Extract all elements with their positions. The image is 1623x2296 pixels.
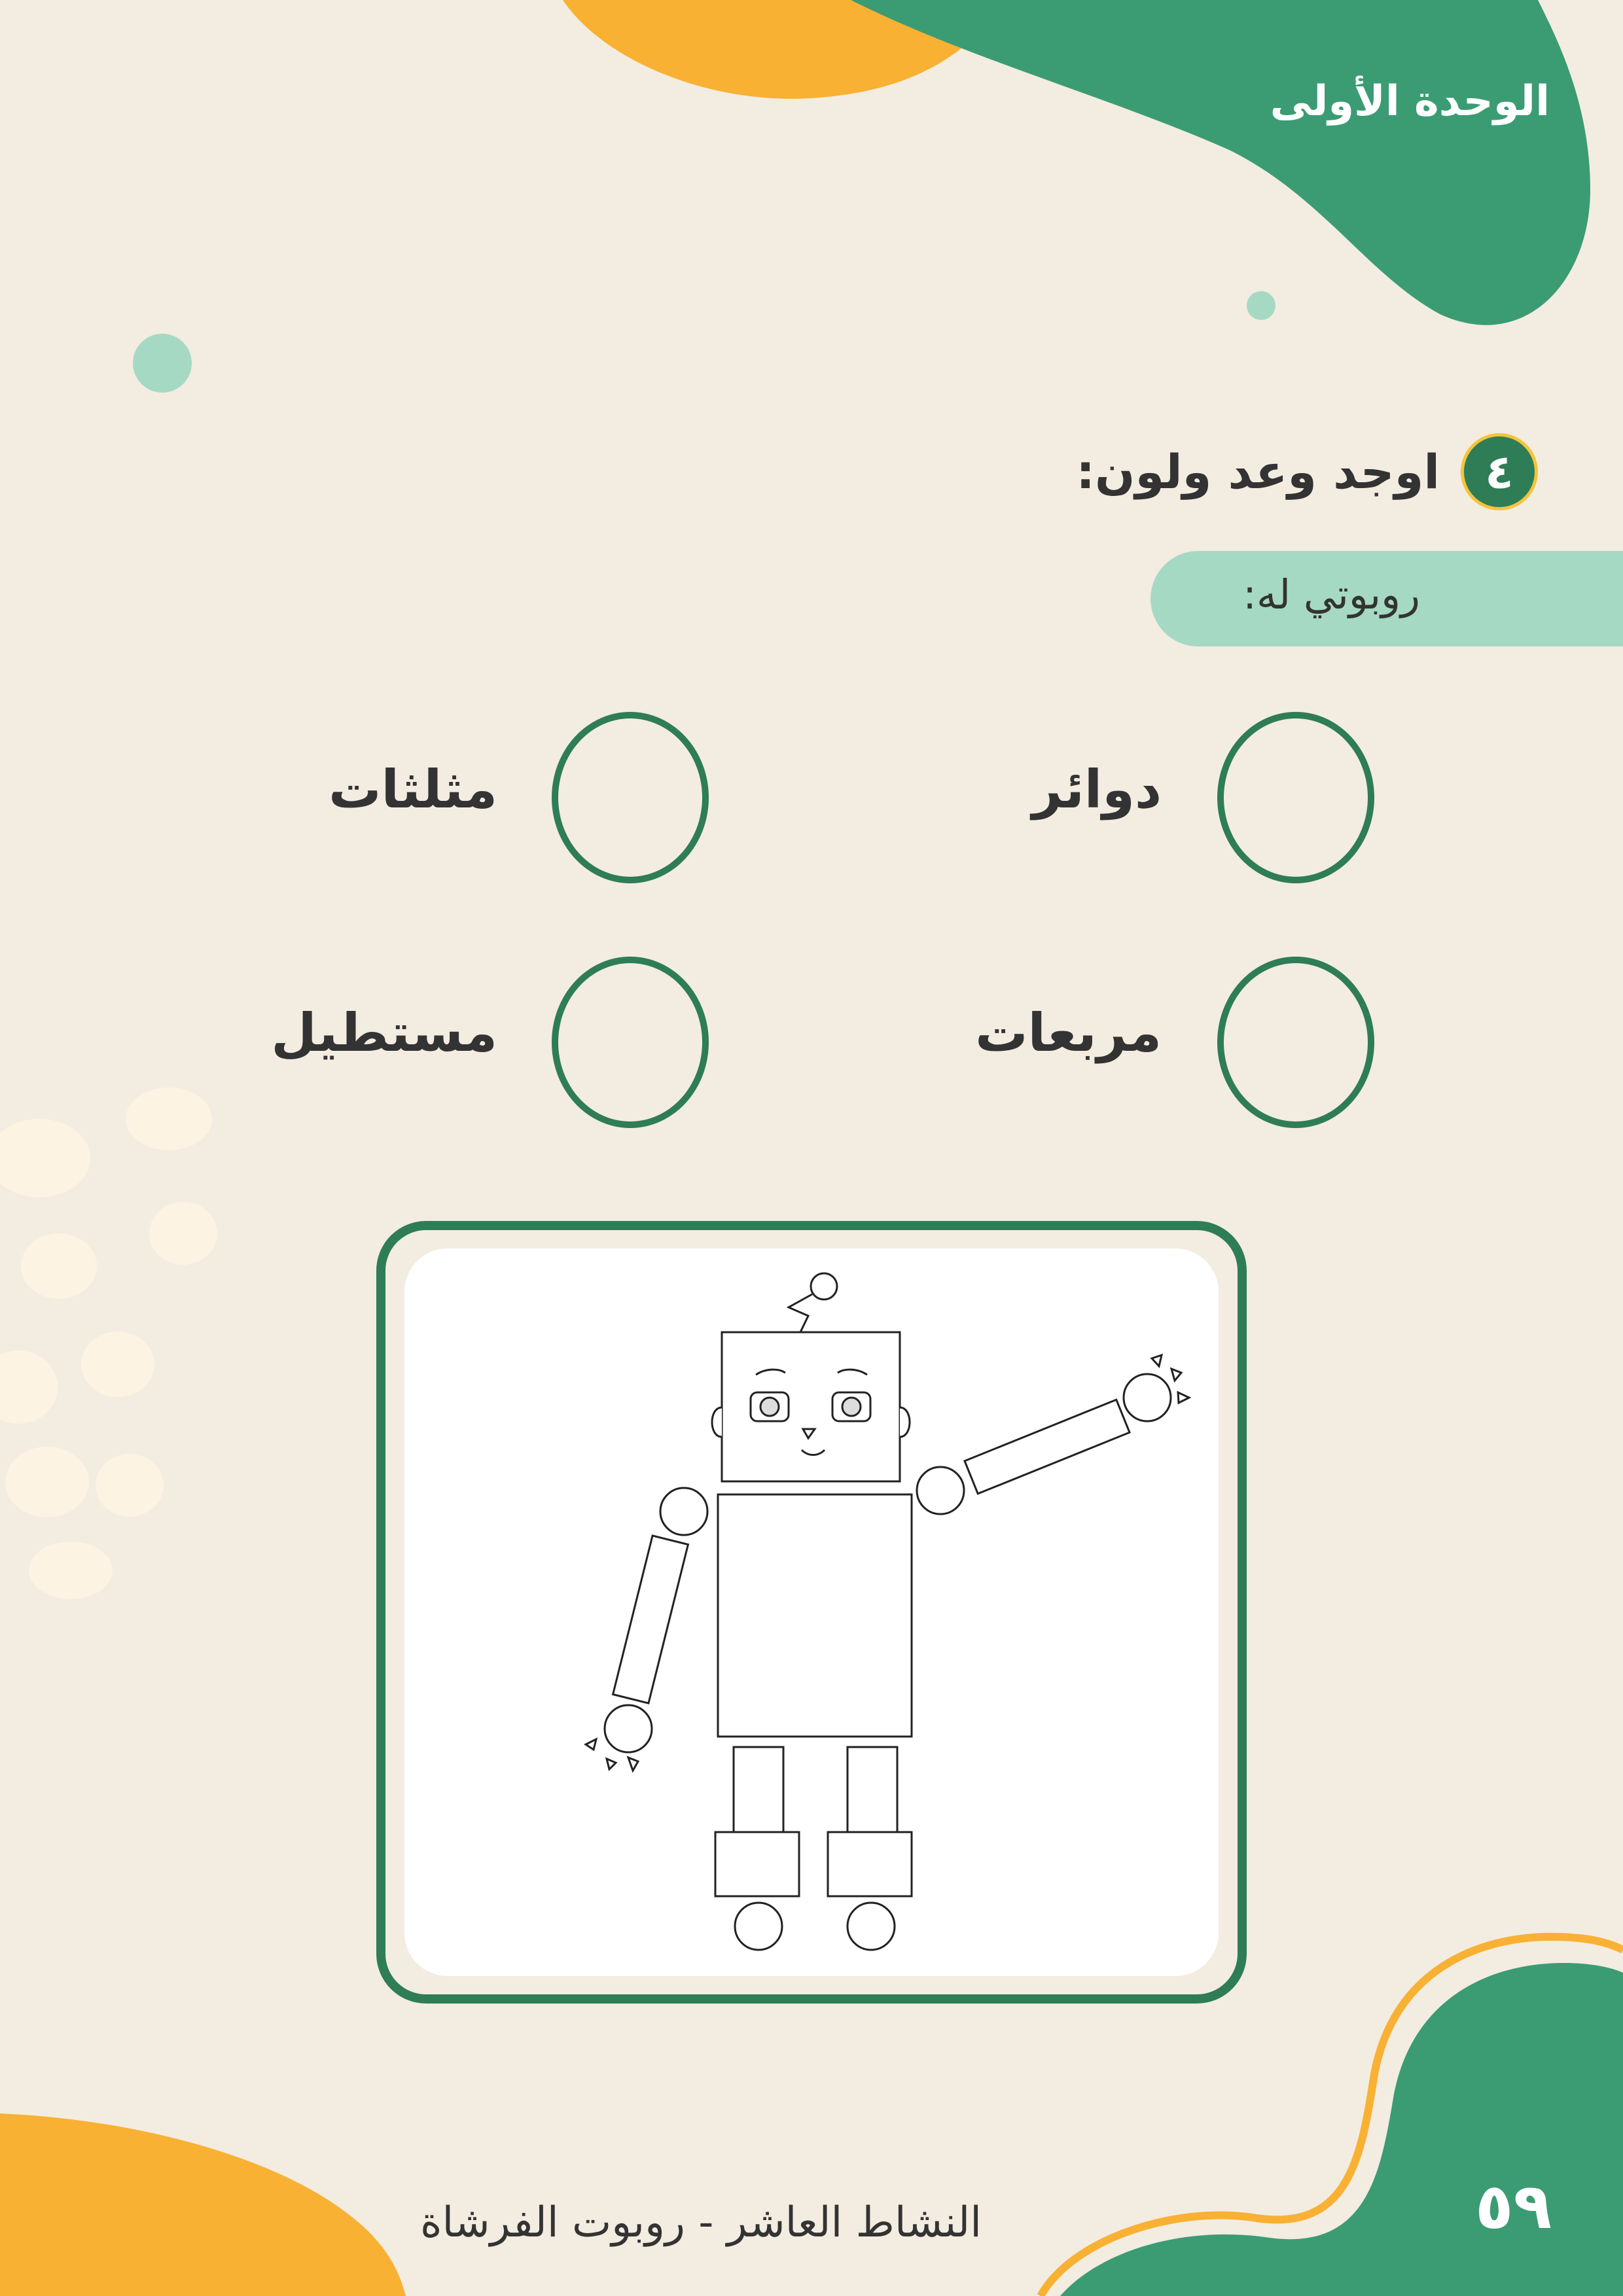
- robot-head: [721, 1331, 901, 1483]
- robot-foot-left: [714, 1831, 800, 1898]
- robot-pupil-left: [759, 1396, 780, 1417]
- robot-shoulder-left: [659, 1487, 709, 1536]
- task-number-badge: ٤: [1461, 433, 1538, 510]
- robot-leg-left: [732, 1746, 785, 1833]
- robot-spark-right-3: [1177, 1390, 1192, 1405]
- robot-spark-right-2: [1169, 1367, 1183, 1383]
- bottom-green-blob: [1060, 1963, 1623, 2296]
- robot-spark-right-1: [1150, 1353, 1164, 1369]
- robot-hand-left: [603, 1704, 653, 1754]
- robot-ear-left: [711, 1406, 722, 1438]
- mint-dot-large: [133, 334, 192, 393]
- unit-title: الوحدة الأولى: [1270, 77, 1550, 126]
- robot-arm-right: [963, 1398, 1131, 1495]
- robot-foot-right: [827, 1831, 913, 1898]
- count-circle-rectangle[interactable]: [552, 957, 709, 1128]
- task-title: اوجد وعد ولون:: [1076, 444, 1440, 499]
- robot-spark-left-1: [584, 1737, 598, 1752]
- robot-illustration: [584, 1272, 1192, 1951]
- robot-antenna-ball: [810, 1272, 838, 1301]
- mint-dot-small: [1247, 291, 1275, 320]
- count-circle-squares[interactable]: [1217, 957, 1374, 1128]
- robot-shoulder-right: [916, 1466, 965, 1515]
- robot-pupil-right: [841, 1396, 862, 1417]
- robot-antenna-wire: [786, 1293, 813, 1333]
- robot-body: [717, 1493, 913, 1738]
- robot-hand-right: [1122, 1373, 1172, 1422]
- activity-title: النشاط العاشر - روبوت الفرشاة: [420, 2199, 982, 2247]
- cream-dots: [0, 1087, 217, 1599]
- robot-spark-left-2: [605, 1757, 618, 1771]
- bottom-orange-blob: [0, 2113, 406, 2296]
- robot-wheel-left: [734, 1901, 783, 1951]
- shape-label-circles: دوائر: [1031, 759, 1162, 820]
- prompt-text: روبوتي له:: [1243, 571, 1420, 618]
- shape-label-squares: مربعات: [975, 1002, 1162, 1063]
- task-heading: ٤ اوجد وعد ولون:: [1076, 433, 1538, 510]
- robot-arm-left: [611, 1534, 690, 1704]
- shape-label-triangles: مثلثات: [329, 759, 497, 820]
- count-circle-circles[interactable]: [1217, 712, 1374, 883]
- robot-ear-right: [899, 1406, 911, 1438]
- count-circle-triangles[interactable]: [552, 712, 709, 883]
- robot-leg-right: [846, 1746, 899, 1833]
- page-number: ٥٩: [1475, 2170, 1552, 2243]
- shape-label-rectangle: مستطيل: [271, 1002, 497, 1063]
- top-green-blob: [851, 0, 1590, 325]
- robot-spark-left-3: [626, 1756, 640, 1773]
- robot-wheel-right: [846, 1901, 896, 1951]
